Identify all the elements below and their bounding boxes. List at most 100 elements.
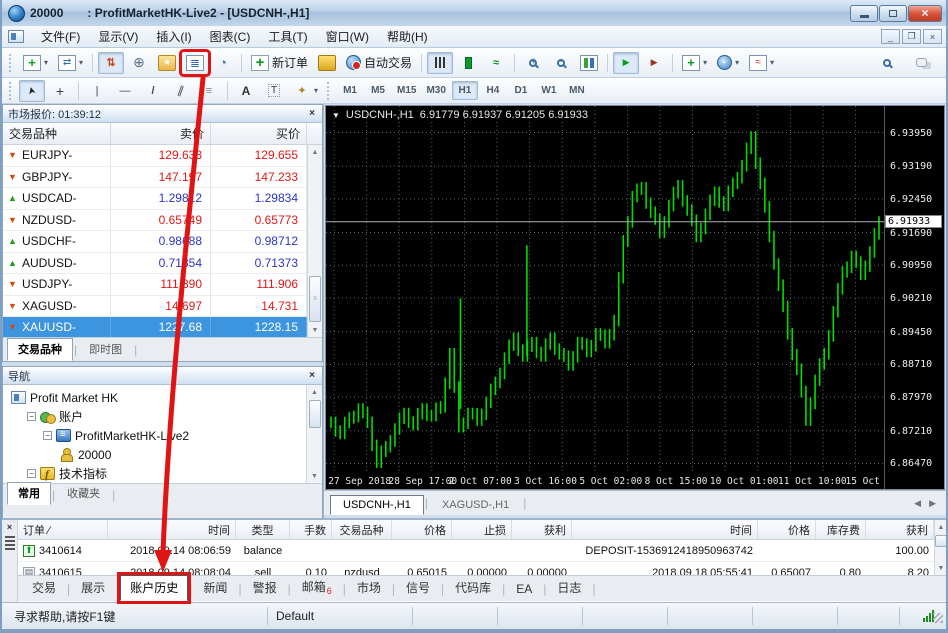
text-label-button[interactable] xyxy=(261,80,287,102)
mdi-restore-button[interactable]: ❐ xyxy=(902,29,921,44)
column-tp[interactable]: 获利 xyxy=(512,520,572,539)
menu-item-6[interactable]: 帮助(H) xyxy=(378,26,437,47)
fibonacci-button[interactable] xyxy=(196,80,222,102)
profiles-button[interactable]: ▾ xyxy=(54,52,87,74)
metaeditor-button[interactable] xyxy=(314,52,340,74)
chart-caret-icon[interactable]: ▼ xyxy=(332,111,340,120)
resize-grip[interactable] xyxy=(933,613,943,623)
chart-canvas[interactable]: 27 Sep 201828 Sep 17:002 Oct 07:003 Oct … xyxy=(326,106,884,489)
navigator-tab-0[interactable]: 常用 xyxy=(7,482,51,505)
scroll-left-icon[interactable]: ◀ xyxy=(914,498,921,509)
column-sl[interactable]: 止损 xyxy=(452,520,512,539)
restore-button[interactable] xyxy=(879,5,907,22)
indicators-button[interactable]: ▾ xyxy=(678,52,711,74)
autotrading-button[interactable]: 自动交易 xyxy=(342,51,416,74)
chart-tab-scroll[interactable]: ◀▶ xyxy=(914,498,940,509)
navigator-scrollbar[interactable]: ▲ ▼ xyxy=(306,385,322,483)
auto-scroll-button[interactable] xyxy=(613,52,639,74)
vertical-line-button[interactable] xyxy=(84,80,110,102)
mdi-close-button[interactable]: × xyxy=(923,29,942,44)
data-window-button[interactable] xyxy=(126,52,152,74)
search-button[interactable] xyxy=(874,52,900,74)
periods-button[interactable]: ▾ xyxy=(713,52,743,73)
terminal-tab-邮箱[interactable]: 邮箱6 xyxy=(292,574,342,601)
market-watch-row[interactable]: ▼EURJPY-129.633129.655 xyxy=(3,145,307,167)
market-watch-button[interactable] xyxy=(98,52,124,74)
history-row[interactable]: ⬆34106142018.09.14 08:06:59balanceDEPOSI… xyxy=(18,540,934,562)
cursor-button[interactable] xyxy=(19,80,45,102)
column-ask[interactable]: 买价 xyxy=(211,123,307,144)
market-watch-row[interactable]: ▼XAGUSD-14.69714.731 xyxy=(3,296,307,318)
market-watch-tab-0[interactable]: 交易品种 xyxy=(7,338,73,361)
horizontal-line-button[interactable] xyxy=(112,80,138,102)
timeframe-m15[interactable]: M15 xyxy=(393,81,420,100)
crosshair-button[interactable] xyxy=(47,80,73,102)
terminal-close-icon[interactable]: × xyxy=(7,522,12,532)
column-time[interactable]: 时间 xyxy=(108,520,236,539)
menu-item-0[interactable]: 文件(F) xyxy=(32,26,89,47)
text-button[interactable] xyxy=(233,80,259,102)
market-watch-row[interactable]: ▲USDCAD-1.298121.29834 xyxy=(3,188,307,210)
column-price[interactable]: 价格 xyxy=(392,520,452,539)
menu-item-1[interactable]: 显示(V) xyxy=(89,26,147,47)
market-watch-row[interactable]: ▼GBPJPY-147.197147.233 xyxy=(3,167,307,189)
scroll-thumb[interactable]: ≡ xyxy=(309,276,321,322)
timeframe-w1[interactable]: W1 xyxy=(536,81,562,100)
menu-item-2[interactable]: 插入(I) xyxy=(147,26,200,47)
trendline-button[interactable] xyxy=(140,80,166,102)
chart-tab-0[interactable]: USDCNH-,H1 xyxy=(330,495,424,515)
chart-menu-icon[interactable] xyxy=(8,30,24,43)
column-type[interactable]: 类型 xyxy=(236,520,290,539)
terminal-tab-代码库[interactable]: 代码库 xyxy=(445,575,501,601)
line-chart-button[interactable] xyxy=(483,52,509,74)
menu-item-3[interactable]: 图表(C) xyxy=(201,26,260,47)
arrows-button[interactable]: ▾ xyxy=(289,80,322,102)
mdi-minimize-button[interactable]: _ xyxy=(881,29,900,44)
terminal-button[interactable] xyxy=(182,52,208,74)
scroll-down-icon[interactable]: ▼ xyxy=(307,469,322,483)
terminal-tab-警报[interactable]: 警报 xyxy=(243,575,287,601)
terminal-tab-信号[interactable]: 信号 xyxy=(396,575,440,601)
scroll-thumb[interactable] xyxy=(935,535,947,547)
market-watch-row[interactable]: ▼XAUUSD-1227.681228.15 xyxy=(3,317,307,339)
tree-item-20000[interactable]: 20000 xyxy=(3,445,306,464)
column-order[interactable]: 订单 ∕ xyxy=(18,520,108,539)
column-swap[interactable]: 库存费 xyxy=(816,520,866,539)
column-time2[interactable]: 时间 xyxy=(572,520,758,539)
terminal-scrollbar[interactable]: ▲ ▼ xyxy=(934,520,947,575)
market-watch-scrollbar[interactable]: ▲ ≡ ▼ xyxy=(307,145,322,337)
market-watch-tab-1[interactable]: 即时图 xyxy=(78,338,133,361)
scroll-down-icon[interactable]: ▼ xyxy=(308,323,322,337)
scroll-up-icon[interactable]: ▲ xyxy=(308,145,322,159)
terminal-tab-EA[interactable]: EA xyxy=(506,578,542,601)
scroll-up-icon[interactable]: ▲ xyxy=(935,520,947,534)
expander-icon[interactable]: − xyxy=(27,412,36,421)
market-watch-row[interactable]: ▲USDCHF-0.986880.98712 xyxy=(3,231,307,253)
menu-item-5[interactable]: 窗口(W) xyxy=(317,26,378,47)
templates-button[interactable]: ▾ xyxy=(745,52,778,74)
minimize-button[interactable] xyxy=(850,5,878,22)
equidistant-channel-button[interactable] xyxy=(168,80,194,102)
column-price2[interactable]: 价格 xyxy=(758,520,816,539)
tile-windows-button[interactable] xyxy=(576,52,602,74)
terminal-tab-账户历史[interactable]: 账户历史 xyxy=(120,575,188,601)
expander-icon[interactable]: − xyxy=(27,469,36,478)
new-order-button[interactable]: 新订单 xyxy=(247,51,312,74)
terminal-tab-交易[interactable]: 交易 xyxy=(22,575,66,601)
column-symbol[interactable]: 交易品种 xyxy=(3,123,111,144)
timeframe-m30[interactable]: M30 xyxy=(422,81,449,100)
menu-item-4[interactable]: 工具(T) xyxy=(259,26,316,47)
navigator-close-icon[interactable]: × xyxy=(307,370,317,381)
column-lots[interactable]: 手数 xyxy=(290,520,332,539)
close-button[interactable]: × xyxy=(908,5,942,22)
candlestick-chart-button[interactable] xyxy=(455,52,481,74)
timeframe-mn[interactable]: MN xyxy=(564,81,590,100)
zoom-out-button[interactable] xyxy=(548,52,574,74)
navigator-button[interactable] xyxy=(154,52,180,74)
column-bid[interactable]: 卖价 xyxy=(111,123,211,144)
timeframe-m5[interactable]: M5 xyxy=(365,81,391,100)
column-symbol[interactable]: 交易品种 xyxy=(332,520,392,539)
tree-item-ProfitMarketHK-Live2[interactable]: −ProfitMarketHK-Live2 xyxy=(3,426,306,445)
zoom-in-button[interactable] xyxy=(520,52,546,74)
status-profile[interactable]: Default xyxy=(268,607,413,625)
